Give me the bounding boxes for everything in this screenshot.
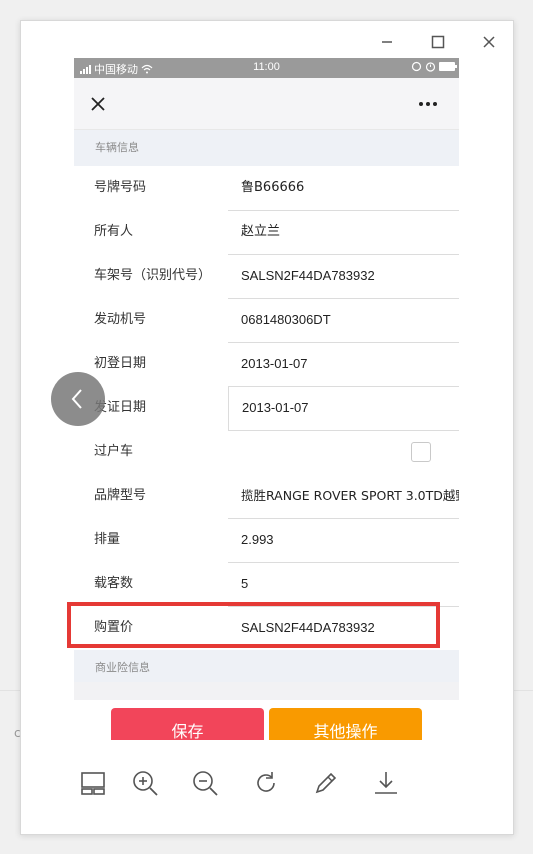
maximize-icon — [431, 35, 445, 49]
field-value[interactable]: 赵立兰 — [228, 210, 459, 255]
field-value[interactable]: 2.993 — [228, 518, 459, 563]
save-button[interactable]: 保存 — [111, 708, 264, 740]
zoom-in-icon — [133, 771, 158, 796]
field-value[interactable]: 2013-01-07 — [228, 386, 459, 431]
zoom-out-icon — [193, 771, 218, 796]
zoom-out-button[interactable] — [190, 768, 220, 798]
sync-icon — [411, 61, 422, 72]
transfer-checkbox[interactable] — [411, 442, 431, 462]
section-vehicle-info: 车辆信息 — [74, 130, 459, 166]
battery-icon — [439, 62, 457, 71]
field-passenger-count[interactable]: 载客数 5 — [74, 562, 459, 607]
rotate-icon — [257, 772, 275, 792]
download-button[interactable] — [371, 768, 401, 798]
previous-button[interactable] — [51, 372, 105, 426]
rotate-button[interactable] — [251, 768, 281, 798]
field-brand-model[interactable]: 品牌型号 揽胜RANGE ROVER SPORT 3.0TD越野 — [74, 474, 459, 519]
field-value[interactable]: 揽胜RANGE ROVER SPORT 3.0TD越野 — [228, 474, 459, 519]
field-register-date[interactable]: 初登日期 2013-01-07 — [74, 342, 459, 387]
field-label: 号牌号码 — [94, 180, 147, 195]
field-owner[interactable]: 所有人 赵立兰 — [74, 210, 459, 255]
image-viewer-window: 中国移动 11:00 车辆信息 号牌号码 鲁B66666 所有人 赵立兰 车架号… — [20, 20, 514, 835]
layout-button[interactable] — [78, 768, 108, 798]
field-value[interactable]: 5 — [228, 562, 459, 607]
field-value[interactable]: 鲁B66666 — [228, 166, 459, 211]
field-displacement[interactable]: 排量 2.993 — [74, 518, 459, 563]
field-label: 过户车 — [94, 444, 134, 459]
field-value[interactable]: 2013-01-07 — [228, 342, 459, 387]
field-issue-date[interactable]: 发证日期 2013-01-07 — [74, 386, 459, 431]
minimize-icon — [382, 41, 392, 43]
field-label: 初登日期 — [94, 356, 147, 371]
status-bar: 中国移动 11:00 — [74, 58, 459, 78]
edit-icon — [315, 772, 337, 794]
zoom-in-button[interactable] — [130, 768, 160, 798]
close-icon — [483, 36, 495, 48]
field-label: 所有人 — [94, 224, 134, 239]
layout-icon — [81, 772, 105, 795]
chevron-left-icon — [71, 389, 82, 409]
more-icon[interactable] — [413, 92, 443, 116]
nav-bar — [74, 78, 459, 130]
field-label: 载客数 — [94, 576, 134, 591]
alarm-icon — [425, 62, 436, 72]
field-engine-number[interactable]: 发动机号 0681480306DT — [74, 298, 459, 343]
field-plate-number[interactable]: 号牌号码 鲁B66666 — [74, 166, 459, 211]
section-commercial-insurance: 商业险信息 — [74, 650, 459, 682]
status-time: 11:00 — [253, 61, 280, 73]
other-actions-button[interactable]: 其他操作 — [269, 708, 422, 740]
minimize-button[interactable] — [376, 31, 398, 53]
field-label: 车架号（识别代号） — [94, 268, 212, 283]
field-value — [228, 430, 459, 431]
maximize-button[interactable] — [427, 31, 449, 53]
close-window-button[interactable] — [478, 31, 500, 53]
viewer-toolbar — [20, 760, 514, 810]
close-icon — [91, 97, 105, 111]
status-right — [411, 61, 457, 72]
download-icon — [375, 772, 397, 794]
edit-button[interactable] — [311, 768, 341, 798]
field-transfer-vehicle[interactable]: 过户车 — [74, 430, 459, 474]
field-label: 排量 — [94, 532, 121, 547]
field-label: 品牌型号 — [94, 488, 147, 503]
field-label: 发动机号 — [94, 312, 147, 327]
field-value[interactable]: 0681480306DT — [228, 298, 459, 343]
vehicle-form: 号牌号码 鲁B66666 所有人 赵立兰 车架号（识别代号） SALSN2F44… — [74, 166, 459, 651]
highlight-box — [67, 602, 440, 648]
field-value[interactable]: SALSN2F44DA783932 — [228, 254, 459, 299]
nav-close-button[interactable] — [86, 92, 110, 116]
field-vin[interactable]: 车架号（识别代号） SALSN2F44DA783932 — [74, 254, 459, 299]
